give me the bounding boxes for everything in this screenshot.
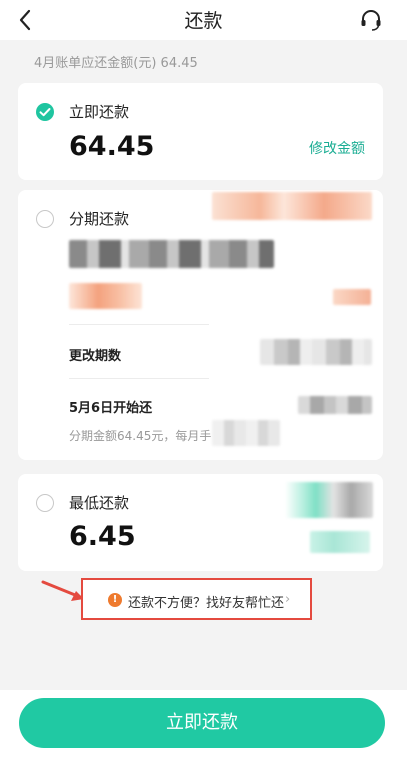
redacted-region: [298, 396, 372, 414]
friend-help-text[interactable]: 还款不方便？找好友帮忙还: [128, 592, 284, 611]
redacted-region: [333, 289, 371, 305]
redacted-region: [69, 240, 274, 268]
radio-checked-icon[interactable]: [36, 103, 54, 121]
bill-summary: 4月账单应还金额(元) 64.45: [34, 56, 198, 71]
change-periods-label[interactable]: 更改期数: [69, 345, 121, 364]
chevron-right-icon: ›: [285, 592, 291, 607]
redacted-region: [260, 339, 372, 365]
page-title: 还款: [184, 10, 223, 32]
radio-unchecked-icon[interactable]: [36, 494, 54, 512]
option-minimum-label: 最低还款: [69, 494, 130, 512]
installment-note: 分期金额64.45元，每月手: [69, 429, 212, 443]
redacted-region: [69, 283, 142, 309]
redacted-region: [212, 192, 372, 220]
pay-now-button[interactable]: 立即还款: [19, 698, 385, 748]
option-installment-label: 分期还款: [69, 210, 130, 228]
headset-icon[interactable]: [357, 6, 385, 34]
minimum-amount: 6.45: [69, 521, 136, 552]
edit-amount-link[interactable]: 修改金额: [309, 138, 365, 158]
option-installment-card[interactable]: [18, 190, 383, 460]
radio-unchecked-icon[interactable]: [36, 210, 54, 228]
pay-now-amount: 64.45: [69, 131, 155, 162]
start-date-label: 5月6日开始还: [69, 401, 153, 416]
divider: [69, 324, 209, 325]
option-pay-now-label: 立即还款: [69, 103, 130, 121]
redacted-region: [310, 531, 370, 553]
redacted-region: [212, 420, 280, 446]
redacted-region: [285, 482, 373, 518]
info-icon: !: [108, 593, 122, 607]
divider: [69, 378, 209, 379]
